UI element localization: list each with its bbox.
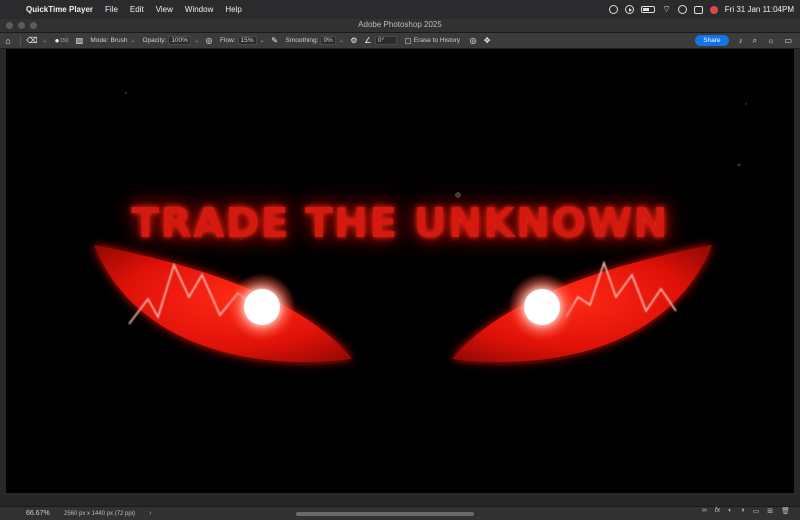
eraser-icon[interactable]: ⌫	[25, 36, 39, 45]
dust-speck	[744, 102, 748, 106]
brush-size-value: 150	[60, 37, 69, 44]
symmetry-icon[interactable]: ✥	[480, 36, 494, 45]
workspace: TRADE THE UNKNOWN	[0, 49, 800, 495]
document-info[interactable]: 2560 px x 1440 px (72 ppi)	[64, 511, 135, 517]
chevron-down-icon[interactable]: ⌄	[260, 37, 265, 44]
chevron-down-icon[interactable]: ⌄	[42, 37, 47, 44]
right-eye	[452, 245, 712, 362]
flow-field[interactable]: 15%	[237, 36, 257, 45]
battery-icon[interactable]	[641, 6, 656, 13]
layers-panel-footer: ∞ fx ◐ ◑ ▭ ⊞ 🗑	[702, 507, 790, 515]
menu-file[interactable]: File	[99, 5, 124, 14]
lightbulb-icon[interactable]: ☼	[767, 36, 774, 45]
menu-view[interactable]: View	[150, 5, 179, 14]
folder-icon[interactable]: ▭	[753, 507, 760, 515]
home-icon[interactable]: ⌂	[0, 36, 16, 46]
dust-speck	[737, 163, 741, 167]
chevron-down-icon[interactable]: ⌄	[194, 37, 199, 44]
control-center-icon[interactable]	[693, 5, 703, 14]
search-icon[interactable]: ⌕	[753, 36, 757, 46]
horizontal-scroll-track[interactable]	[0, 495, 800, 506]
adjustment-icon[interactable]: ◑	[740, 507, 744, 515]
opacity-label: Opacity:	[142, 37, 167, 44]
spotlight-icon[interactable]	[677, 5, 687, 14]
mode-select[interactable]: Brush	[110, 37, 127, 44]
erase-history-checkbox[interactable]	[404, 37, 411, 44]
horizontal-scrollbar-thumb[interactable]	[296, 512, 474, 516]
smoothing-field[interactable]: 0%	[320, 36, 336, 45]
airbrush-icon[interactable]: ✎	[268, 36, 282, 45]
menu-app-name[interactable]: QuickTime Player	[22, 5, 99, 14]
angle-icon[interactable]: ∠	[361, 36, 375, 45]
smoothing-label: Smoothing:	[285, 37, 319, 44]
pressure-icon[interactable]: ◎	[466, 36, 480, 45]
bell-icon[interactable]: ♪	[739, 36, 743, 45]
now-playing-icon[interactable]	[625, 5, 635, 14]
toggle-brush-panel-icon[interactable]: ▨	[72, 36, 86, 45]
window-title: Adobe Photoshop 2025	[358, 20, 442, 29]
screen-record-icon[interactable]	[609, 5, 619, 14]
angle-field[interactable]: 0°	[374, 36, 397, 45]
menu-clock[interactable]: Fri 31 Jan 11:04PM	[725, 5, 794, 14]
workspace-icon[interactable]: ▭	[784, 36, 792, 45]
left-eye	[94, 245, 352, 362]
right-pupil	[524, 289, 560, 325]
dust-speck	[455, 192, 461, 198]
dust-speck	[124, 91, 128, 95]
trash-icon[interactable]: 🗑	[781, 507, 790, 515]
left-pupil	[244, 289, 280, 325]
document-canvas[interactable]: TRADE THE UNKNOWN	[6, 49, 794, 493]
chevron-down-icon[interactable]: ⌄	[339, 37, 344, 44]
link-layers-icon[interactable]: ∞	[702, 507, 707, 515]
menu-help[interactable]: Help	[219, 5, 247, 14]
zoom-level[interactable]: 66.67%	[26, 510, 60, 517]
gear-icon[interactable]: ⚙	[347, 36, 361, 45]
record-indicator-icon[interactable]	[709, 5, 718, 14]
pressure-opacity-icon[interactable]: ◎	[202, 36, 216, 45]
tool-options-bar: ⌂ ⌫ ⌄ ● 150 ▨ Mode: Brush ⌄ Opacity: 100…	[0, 33, 800, 49]
divider	[20, 35, 21, 46]
window-title-bar: Adobe Photoshop 2025	[0, 19, 800, 33]
flow-label: Flow:	[219, 37, 236, 44]
wifi-icon[interactable]: ⌔	[662, 5, 670, 14]
share-button[interactable]: Share	[695, 35, 729, 46]
menu-window[interactable]: Window	[179, 5, 219, 14]
chevron-right-icon[interactable]: ›	[149, 510, 151, 517]
opacity-field[interactable]: 100%	[168, 36, 191, 45]
fx-icon[interactable]: fx	[715, 507, 720, 515]
artwork	[94, 91, 748, 362]
menu-status-area: ⌔ Fri 31 Jan 11:04PM	[609, 0, 794, 19]
erase-history-label: Erase to History	[413, 37, 461, 44]
new-layer-icon[interactable]: ⊞	[767, 507, 773, 515]
chevron-down-icon[interactable]: ⌄	[130, 37, 135, 44]
menu-edit[interactable]: Edit	[124, 5, 150, 14]
mac-menu-bar: QuickTime Player File Edit View Window H…	[0, 0, 800, 19]
headline-text: TRADE THE UNKNOWN	[131, 199, 669, 247]
options-right-area: Share ♪ ⌕ ☼ ▭	[695, 35, 792, 46]
mode-label: Mode:	[90, 37, 109, 44]
mask-icon[interactable]: ◐	[728, 507, 732, 515]
